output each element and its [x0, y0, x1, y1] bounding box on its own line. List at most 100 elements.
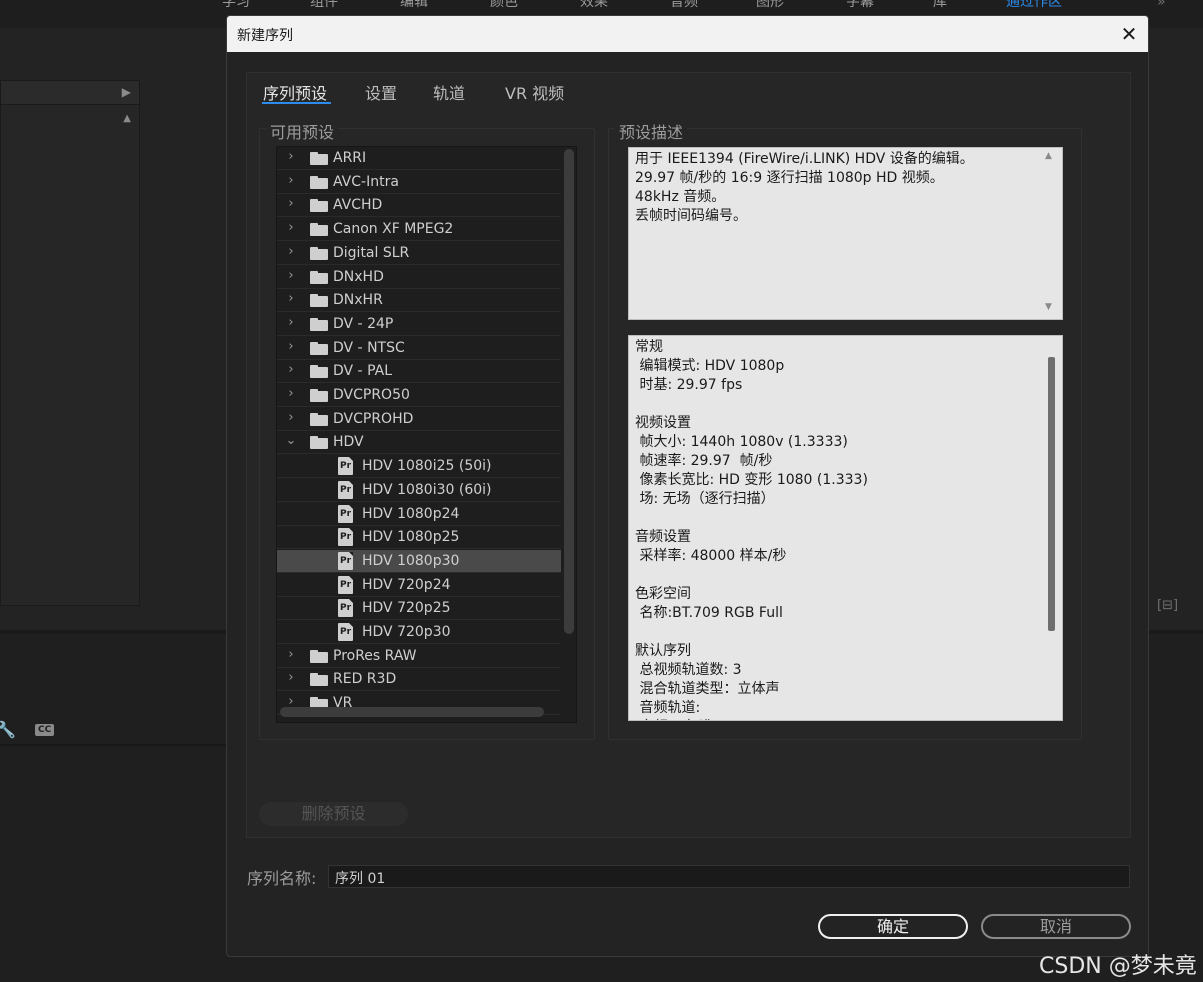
tree-item-label: HDV 1080i30 (60i) — [362, 481, 492, 498]
workspace-tab[interactable]: 通过作区 — [1006, 0, 1062, 11]
chevron-down-icon[interactable]: ⌄ — [285, 433, 297, 448]
wrench-icon[interactable]: 🔧 — [0, 720, 16, 739]
scroll-down-icon[interactable]: ▼ — [1045, 302, 1052, 312]
workspace-tab[interactable]: 编辑 — [400, 0, 428, 11]
tree-folder-row[interactable]: › Canon XF MPEG2 — [277, 218, 561, 242]
more-workspaces-icon[interactable]: » — [1157, 0, 1166, 10]
sequence-preset-icon: Pr — [338, 457, 353, 476]
tree-preset-row[interactable]: Pr HDV 720p25 — [277, 597, 561, 621]
sequence-name-input[interactable]: 序列 01 — [328, 865, 1130, 888]
tree-preset-row[interactable]: Pr HDV 1080i25 (50i) — [277, 455, 561, 479]
tree-folder-row[interactable]: › DV - NTSC — [277, 337, 561, 360]
text-line: 用于 IEEE1394 (FireWire/i.LINK) HDV 设备的编辑。 — [635, 151, 974, 167]
tree-folder-row[interactable]: › DV - 24P — [277, 313, 561, 336]
chevron-right-icon[interactable]: › — [285, 244, 297, 259]
tree-folder-row[interactable]: › AVCHD — [277, 194, 561, 218]
tree-item-label: DNxHR — [333, 292, 383, 309]
tree-item-label: HDV 1080p25 — [362, 529, 460, 546]
chevron-right-icon[interactable]: › — [285, 339, 297, 354]
panel-scroll-up-icon[interactable]: ▲ — [123, 113, 131, 124]
tree-item-label: DV - PAL — [333, 363, 392, 380]
chevron-right-icon[interactable]: › — [285, 268, 297, 283]
chevron-right-icon[interactable]: › — [285, 315, 297, 330]
tree-vertical-scrollbar[interactable] — [564, 149, 574, 634]
cancel-button[interactable]: 取消 — [981, 914, 1131, 939]
closed-caption-icon[interactable]: CC — [35, 724, 55, 736]
text-line: 总视频轨道数: 3 — [635, 662, 742, 678]
text-line: 默认序列 — [635, 643, 691, 659]
preset-description-box[interactable]: 用于 IEEE1394 (FireWire/i.LINK) HDV 设备的编辑。… — [628, 147, 1063, 320]
chevron-right-icon[interactable]: › — [285, 196, 297, 211]
dialog-title: 新建序列 — [237, 28, 293, 44]
tree-folder-row[interactable]: › DVCPRO50 — [277, 384, 561, 407]
text-line: 场: 无场（逐行扫描） — [635, 491, 775, 507]
details-scrollbar-thumb[interactable] — [1048, 357, 1055, 631]
ok-button[interactable]: 确定 — [818, 914, 968, 939]
text-line: 48kHz 音频。 — [635, 189, 726, 205]
delete-preset-button[interactable]: 删除预设 — [259, 802, 408, 826]
sequence-preset-icon: Pr — [338, 599, 353, 618]
folder-icon — [310, 317, 328, 331]
chevron-right-icon[interactable]: › — [285, 173, 297, 188]
tree-folder-row[interactable]: ⌄ HDV — [277, 431, 561, 455]
preset-details-box[interactable]: 常规 编辑模式: HDV 1080p 时基: 29.97 fps 视频设置 帧大… — [628, 335, 1063, 721]
tree-folder-row[interactable]: › ProRes RAW — [277, 645, 561, 668]
watermark: CSDN @梦未竟 — [1039, 954, 1197, 979]
chevron-right-icon[interactable]: › — [285, 670, 297, 685]
tree-folder-row[interactable]: › ARRI — [277, 147, 561, 170]
text-line: 音频设置 — [635, 529, 691, 545]
chevron-right-icon[interactable]: › — [285, 362, 297, 377]
tab-sequence-presets[interactable]: 序列预设 — [263, 80, 327, 104]
folder-icon — [310, 389, 328, 402]
tree-preset-row[interactable]: Pr HDV 1080p24 — [277, 503, 561, 526]
chevron-right-icon[interactable]: › — [285, 291, 297, 306]
tree-folder-row[interactable]: › DVCPROHD — [277, 408, 561, 431]
close-icon[interactable]: ✕ — [1115, 20, 1143, 48]
tab-settings[interactable]: 设置 — [365, 80, 397, 104]
tree-preset-row[interactable]: Pr HDV 1080p25 — [277, 526, 561, 550]
workspace-tab[interactable]: 颜色 — [490, 0, 518, 11]
tree-folder-row[interactable]: › RED R3D — [277, 668, 561, 692]
details-text: 常规 编辑模式: HDV 1080p 时基: 29.97 fps 视频设置 帧大… — [635, 338, 1039, 720]
panel-arrow-right-icon[interactable]: ▶ — [122, 85, 131, 99]
text-line: 混合轨道类型：立体声 — [635, 681, 780, 697]
tree-folder-row[interactable]: › DV - PAL — [277, 360, 561, 384]
workspace-tab[interactable]: 音频 — [670, 0, 698, 11]
tree-preset-row[interactable]: Pr HDV 1080i30 (60i) — [277, 479, 561, 502]
preset-description-label: 预设描述 — [615, 119, 688, 143]
text-line: 时基: 29.97 fps — [635, 377, 743, 393]
tree-folder-row[interactable]: › DNxHR — [277, 289, 561, 313]
tree-preset-row[interactable]: Pr HDV 1080p30 — [277, 549, 561, 573]
workspace-tab[interactable]: 效果 — [580, 0, 608, 11]
workspace-tab[interactable]: 字幕 — [846, 0, 874, 11]
workspace-tab[interactable]: 库 — [933, 0, 947, 11]
tree-item-label: HDV 720p30 — [362, 624, 451, 640]
tree-item-label: HDV 720p24 — [362, 576, 451, 593]
chevron-right-icon[interactable]: › — [285, 220, 297, 235]
tree-item-label: HDV 720p25 — [362, 600, 451, 617]
fit-frame-icon[interactable]: [⊟] — [1157, 598, 1178, 613]
tree-folder-row[interactable]: › Digital SLR — [277, 242, 561, 265]
tree-folder-row[interactable]: › AVC-Intra — [277, 171, 561, 194]
scroll-up-icon[interactable]: ▲ — [1045, 151, 1052, 161]
workspace-tab[interactable]: 图形 — [756, 0, 784, 11]
text-line: 音频轨道: — [635, 700, 701, 716]
chevron-right-icon[interactable]: › — [285, 410, 297, 425]
tree-preset-row[interactable]: Pr HDV 720p30 — [277, 621, 561, 644]
text-line: 编辑模式: HDV 1080p — [635, 358, 785, 374]
chevron-right-icon[interactable]: › — [285, 386, 297, 401]
tree-preset-row[interactable]: Pr HDV 720p24 — [277, 574, 561, 597]
panel-header — [1, 81, 139, 105]
workspace-tab[interactable]: 学习 — [222, 0, 250, 11]
chevron-right-icon[interactable]: › — [285, 149, 297, 164]
tree-horizontal-scrollbar[interactable] — [280, 707, 544, 717]
workspace-tab[interactable]: 组件 — [310, 0, 338, 11]
folder-icon — [310, 649, 328, 663]
tab-tracks[interactable]: 轨道 — [433, 80, 465, 104]
text-line: 帧速率: 29.97 帧/秒 — [635, 453, 773, 469]
tab-vr-video[interactable]: VR 视频 — [505, 80, 564, 104]
folder-icon — [310, 412, 328, 426]
dialog-titlebar[interactable]: 新建序列 ✕ — [227, 16, 1148, 52]
chevron-right-icon[interactable]: › — [285, 647, 297, 662]
tree-folder-row[interactable]: › DNxHD — [277, 266, 561, 289]
